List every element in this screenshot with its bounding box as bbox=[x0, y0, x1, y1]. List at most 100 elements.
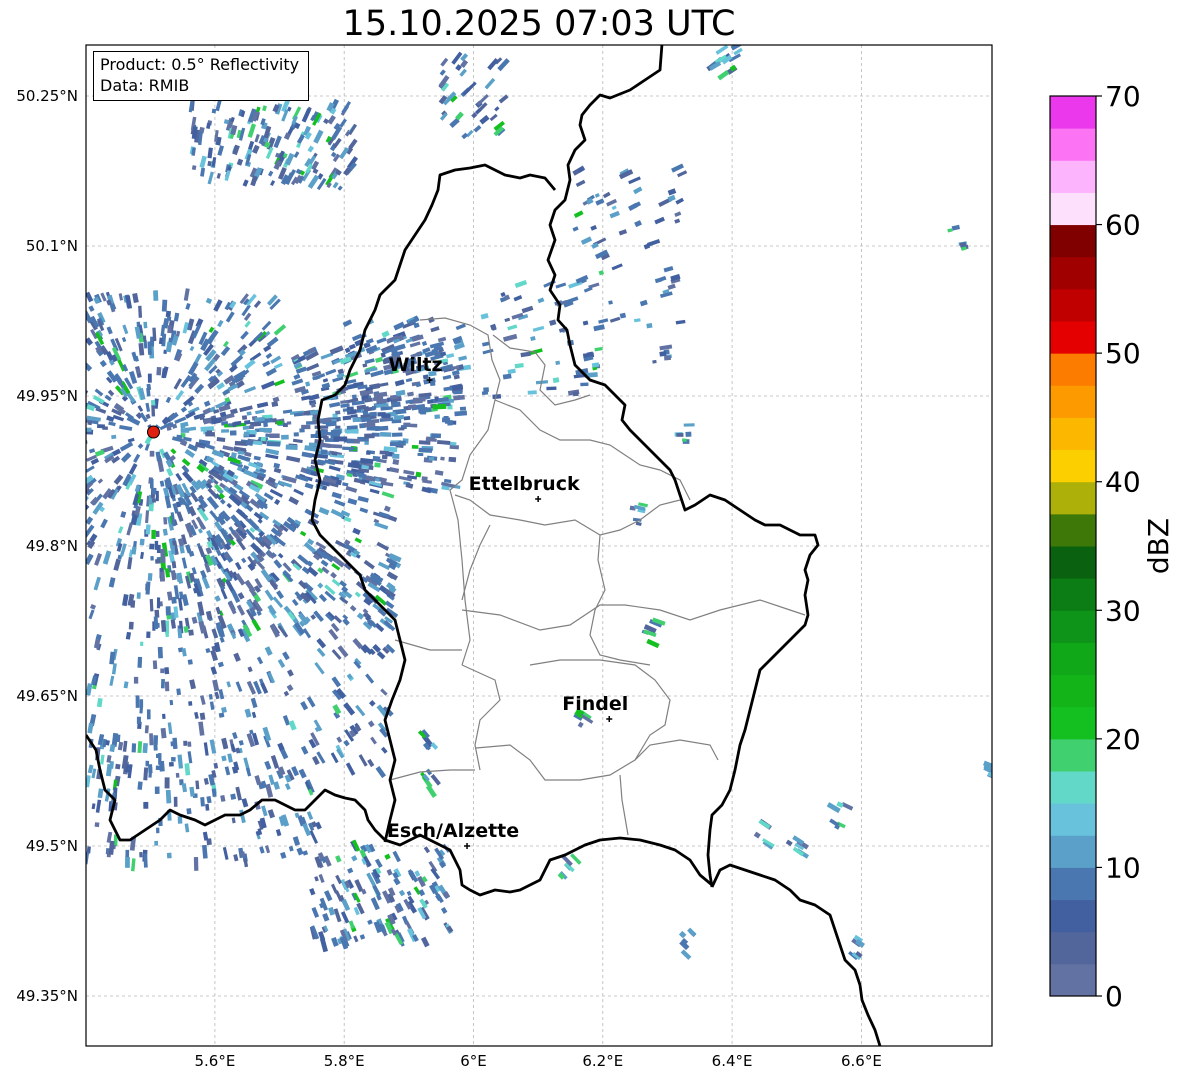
echo-cell bbox=[309, 888, 316, 896]
echo-cell bbox=[277, 742, 285, 751]
echo-cell bbox=[179, 439, 188, 447]
echo-cell bbox=[259, 817, 267, 829]
echo-cell bbox=[342, 482, 349, 487]
lon-tick-label: 5.8°E bbox=[324, 1052, 365, 1070]
echo-cell bbox=[224, 766, 231, 776]
echo-cell bbox=[173, 585, 180, 600]
echo-cell bbox=[286, 106, 292, 112]
colorbar-segment bbox=[1050, 963, 1096, 997]
echo-cell bbox=[206, 795, 212, 804]
echo-cell bbox=[134, 326, 142, 339]
echo-cell bbox=[392, 459, 400, 466]
echo-cell bbox=[608, 300, 613, 305]
echo-cell bbox=[343, 539, 351, 546]
echo-cell bbox=[210, 649, 218, 662]
city-label: Wiltz bbox=[388, 354, 442, 376]
echo-cell bbox=[237, 592, 245, 600]
echo-cell bbox=[365, 338, 374, 345]
echo-cell bbox=[215, 136, 222, 146]
lon-tick-label: 6.4°E bbox=[712, 1052, 753, 1070]
echo-cell bbox=[220, 794, 226, 802]
echo-cell bbox=[326, 102, 335, 112]
echo-cell bbox=[117, 741, 124, 751]
echo-cell bbox=[266, 441, 281, 447]
colorbar-segment bbox=[1050, 931, 1096, 965]
echo-cell bbox=[203, 418, 212, 425]
echo-cell bbox=[113, 558, 121, 571]
echo-cell bbox=[340, 403, 350, 408]
echo-cell bbox=[155, 451, 162, 462]
echo-cell bbox=[329, 444, 343, 449]
echo-cell bbox=[273, 462, 281, 469]
echo-cell bbox=[125, 631, 132, 640]
echo-cell bbox=[296, 847, 304, 856]
echo-cell bbox=[307, 145, 315, 153]
echo-cell bbox=[93, 296, 101, 305]
echo-cell bbox=[181, 783, 188, 793]
echo-cell bbox=[593, 324, 605, 332]
echo-cell bbox=[347, 673, 353, 680]
echo-cell bbox=[94, 449, 105, 457]
echo-cell bbox=[285, 444, 298, 451]
echo-cell bbox=[594, 192, 600, 198]
colorbar-segment bbox=[1050, 803, 1096, 836]
echo-cell bbox=[662, 288, 670, 294]
echo-cell bbox=[418, 447, 433, 453]
echo-cell bbox=[119, 424, 133, 431]
echo-cell bbox=[183, 625, 190, 634]
echo-cell bbox=[437, 396, 449, 403]
echo-cell bbox=[598, 318, 609, 324]
echo-cell bbox=[446, 353, 455, 359]
echo-cell bbox=[451, 369, 460, 376]
echo-cell bbox=[135, 368, 141, 374]
echo-cell bbox=[342, 446, 355, 451]
radar-site-marker bbox=[146, 425, 160, 439]
echo-cell bbox=[156, 367, 162, 376]
echo-cell bbox=[218, 492, 225, 500]
echo-cell bbox=[335, 855, 342, 863]
echo-cell bbox=[191, 165, 197, 171]
echo-cell bbox=[122, 594, 129, 607]
echo-cell bbox=[330, 429, 342, 435]
echo-cell bbox=[100, 754, 105, 765]
echo-cell bbox=[145, 581, 151, 595]
echo-cell bbox=[259, 467, 267, 473]
echo-cell bbox=[294, 122, 301, 130]
echo-cell bbox=[223, 486, 231, 493]
echo-cell bbox=[450, 365, 460, 370]
echo-cell bbox=[200, 569, 207, 579]
echo-cell bbox=[187, 659, 193, 665]
echo-cell bbox=[165, 310, 172, 318]
echo-cell bbox=[440, 907, 448, 914]
echo-cell bbox=[429, 381, 436, 387]
city-label: Ettelbruck bbox=[469, 473, 580, 495]
echo-cell bbox=[425, 438, 437, 442]
echo-cell bbox=[216, 436, 226, 442]
echo-cell bbox=[405, 482, 414, 489]
echo-cell bbox=[323, 417, 332, 423]
lon-tick-label: 6°E bbox=[460, 1052, 487, 1070]
echo-cell bbox=[171, 596, 177, 604]
echo-cell bbox=[118, 293, 124, 301]
echo-cell bbox=[373, 391, 388, 399]
echo-cell bbox=[265, 783, 274, 798]
echo-cell bbox=[210, 666, 218, 675]
echo-cell bbox=[265, 448, 280, 456]
echo-cell bbox=[91, 803, 96, 810]
echo-cell bbox=[230, 793, 237, 800]
echo-cell bbox=[264, 760, 272, 770]
echo-cell bbox=[130, 858, 136, 872]
echo-cell bbox=[203, 742, 209, 756]
colorbar-segment bbox=[1050, 192, 1096, 226]
echo-cell bbox=[670, 273, 681, 282]
echo-cell bbox=[283, 153, 288, 159]
echo-cell bbox=[249, 421, 262, 427]
echo-cell bbox=[304, 482, 314, 490]
echo-cell bbox=[300, 388, 309, 395]
echo-cell bbox=[86, 516, 94, 525]
echo-cell bbox=[160, 619, 167, 632]
echo-cell bbox=[231, 766, 239, 774]
colorbar-segment bbox=[1050, 128, 1096, 161]
colorbar-segment bbox=[1050, 899, 1096, 933]
longitude-tick-labels: 5.6°E 5.8°E 6°E 6.2°E 6.4°E 6.6°E bbox=[194, 1052, 881, 1070]
